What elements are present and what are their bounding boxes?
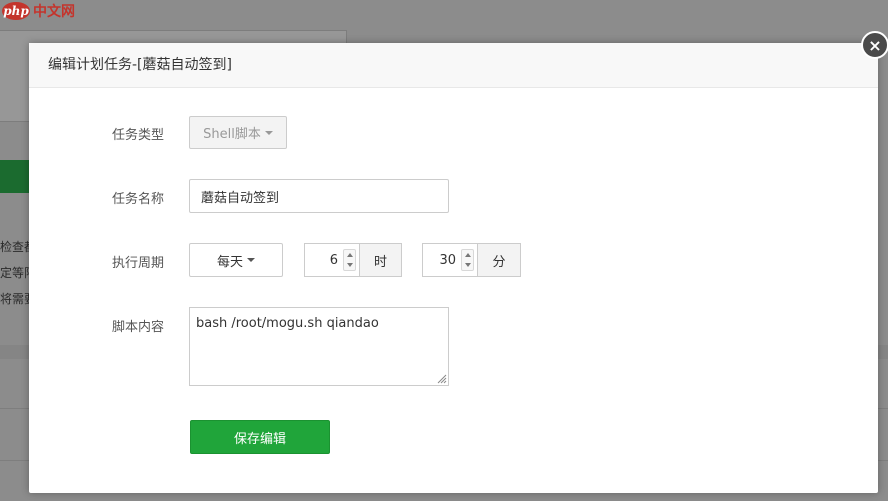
script-value: bash /root/mogu.sh qiandao (196, 316, 379, 331)
resize-handle-icon[interactable] (435, 372, 447, 384)
hour-unit-label: 时 (373, 254, 387, 270)
caret-down-icon (247, 258, 255, 262)
minute-unit-addon: 分 (478, 243, 521, 277)
task-name-value: 蘑菇自动签到 (201, 190, 280, 206)
close-glyph: × (868, 35, 882, 55)
task-name-input[interactable]: 蘑菇自动签到 (189, 179, 449, 213)
task-type-select[interactable]: Shell脚本 (189, 116, 287, 149)
spin-up-icon[interactable] (344, 250, 355, 260)
minute-value: 30 (439, 252, 456, 268)
cycle-label: 执行周期 (112, 256, 165, 271)
php-logo-badge: php (2, 2, 30, 20)
task-type-label: 任务类型 (112, 128, 165, 143)
task-name-label: 任务名称 (112, 192, 165, 207)
dialog-title: 编辑计划任务-[蘑菇自动签到] (48, 57, 232, 73)
background-green-block (0, 160, 30, 193)
minute-input[interactable]: 30 (422, 243, 478, 277)
hour-value: 6 (329, 252, 338, 268)
caret-down-icon (264, 130, 273, 135)
minute-unit-label: 分 (492, 254, 506, 270)
save-button[interactable]: 保存编辑 (190, 420, 330, 454)
cycle-select[interactable]: 每天 (189, 243, 283, 277)
site-watermark-logo: php 中文网 (2, 1, 75, 21)
close-icon[interactable]: × (861, 31, 888, 59)
cycle-value: 每天 (216, 254, 243, 270)
edit-task-dialog: 编辑计划任务-[蘑菇自动签到] 任务类型 Shell脚本 任务名称 蘑菇自动签到… (29, 43, 878, 493)
watermark-site-name: 中文网 (33, 4, 75, 20)
minute-spinner[interactable] (461, 249, 474, 271)
script-textarea[interactable]: bash /root/mogu.sh qiandao (189, 307, 449, 386)
hour-unit-addon: 时 (360, 243, 402, 277)
script-label: 脚本内容 (112, 320, 165, 335)
spin-down-icon[interactable] (462, 260, 473, 270)
hour-spinner[interactable] (343, 249, 356, 271)
dialog-header: 编辑计划任务-[蘑菇自动签到] (29, 43, 878, 88)
task-type-value: Shell脚本 (203, 127, 261, 142)
hour-input[interactable]: 6 (304, 243, 360, 277)
spin-down-icon[interactable] (344, 260, 355, 270)
save-button-label: 保存编辑 (233, 431, 286, 447)
spin-up-icon[interactable] (462, 250, 473, 260)
